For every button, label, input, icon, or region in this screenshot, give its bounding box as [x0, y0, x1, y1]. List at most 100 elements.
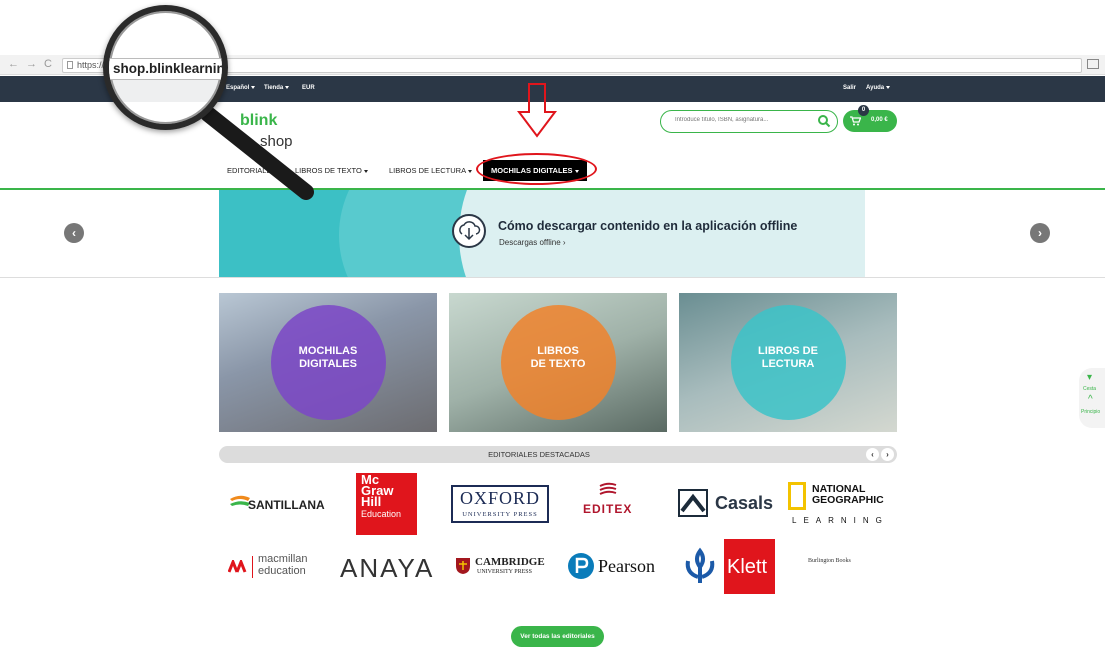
brand-burlington[interactable]: Burlington Books	[808, 556, 870, 578]
brand-name: NATIONAL GEOGRAPHIC	[812, 483, 884, 506]
brand-name: Pearson	[598, 556, 655, 576]
brand-oxford[interactable]: OXFORD UNIVERSITY PRESS	[451, 485, 549, 523]
brand-name: Burlington Books	[808, 558, 851, 564]
brand-name: SANTILLANA	[248, 498, 325, 512]
magnified-url-text: shop.blinklearning.com/es	[113, 61, 225, 76]
mgh-line: Education	[361, 509, 402, 519]
macmillan-logo-icon	[228, 560, 247, 573]
side-widget: ▾ Cesta ^ Principio	[1079, 368, 1105, 428]
brand-editex[interactable]: EDITEX	[580, 482, 640, 524]
cart-button[interactable]: 0 0,00 €	[843, 105, 897, 132]
tile-label: LIBROS DE LECTURA	[679, 345, 897, 371]
search-box	[660, 110, 838, 133]
brand-name: CAMBRIDGE	[475, 556, 545, 568]
brand-name: Casals	[715, 493, 774, 513]
highlight-ellipse	[476, 153, 597, 185]
editex-logo-icon	[599, 482, 617, 495]
url-prefix: https://	[77, 60, 105, 70]
search-icon[interactable]	[817, 114, 831, 128]
tile-label-line: LECTURA	[761, 358, 815, 370]
nav-libros-de-lectura-label: LIBROS DE LECTURA	[389, 166, 467, 175]
tile-label-line: LIBROS DE	[758, 345, 818, 357]
banner-title: Cómo descargar contenido en la aplicació…	[498, 219, 798, 233]
brand-anaya[interactable]: ANAYA	[340, 553, 440, 583]
banner-link[interactable]: Descargas offline ›	[499, 238, 566, 247]
brand-subname: UNIVERSITY PRESS	[477, 569, 532, 575]
pearson-logo-icon	[568, 553, 594, 579]
search-input[interactable]	[675, 117, 805, 123]
natgeo-logo-icon	[788, 482, 806, 510]
language-menu[interactable]: Español	[226, 85, 256, 91]
magnifier-icon: shop.blinklearning.com/es	[103, 5, 228, 130]
brand-klett[interactable]: Klett	[680, 539, 775, 594]
currency-menu[interactable]: EUR	[302, 85, 315, 91]
tile-label-line: LIBROS	[537, 345, 579, 357]
klett-box: Klett	[724, 539, 775, 594]
download-icon	[452, 214, 486, 248]
banner[interactable]	[219, 190, 865, 278]
macmillan-divider	[252, 556, 253, 578]
caret-down-icon	[886, 85, 891, 89]
brand-subname: education	[258, 565, 306, 577]
next-slide-button[interactable]: ›	[1030, 223, 1050, 243]
brand-santillana[interactable]: SANTILLANA	[228, 491, 326, 515]
brand-name: Klett	[727, 556, 768, 578]
brand-national-geographic[interactable]: NATIONAL GEOGRAPHIC LEARNING	[788, 482, 888, 528]
forward-icon[interactable]: →	[26, 58, 37, 70]
caret-down-icon	[468, 169, 473, 173]
magnifier-handle-icon	[200, 108, 314, 200]
annotation-arrow-icon	[517, 83, 557, 138]
brand-macmillan[interactable]: macmillan education	[228, 554, 318, 582]
brand-name: ANAYA	[340, 553, 435, 583]
widget-cart-label[interactable]: Cesta	[1083, 386, 1096, 392]
cart-icon	[850, 116, 861, 126]
tile-label-line: MOCHILAS	[298, 345, 358, 357]
reload-icon[interactable]: C	[44, 58, 52, 70]
editoriales-title: EDITORIALES DESTACADAS	[488, 450, 590, 459]
caret-down-icon	[251, 85, 256, 89]
caret-down-icon	[363, 169, 368, 173]
prev-slide-button[interactable]: ‹	[64, 223, 84, 243]
brand-pearson[interactable]: Pearson	[567, 551, 662, 581]
tile-label: MOCHILAS DIGITALES	[219, 345, 437, 371]
tile-label: LIBROS DE TEXTO	[449, 345, 667, 371]
page-icon	[67, 61, 73, 69]
mgh-line: Hill	[361, 494, 382, 509]
widget-top-label[interactable]: Principio	[1081, 409, 1100, 415]
nav-libros-de-lectura[interactable]: LIBROS DE LECTURA	[389, 166, 473, 175]
brand-mcgraw-hill[interactable]: Mc Graw Hill Education	[356, 473, 417, 535]
back-icon[interactable]: ←	[8, 58, 19, 70]
prev-brands-button[interactable]: ‹	[866, 448, 879, 461]
view-all-publishers-button[interactable]: Ver todas las editoriales	[511, 626, 604, 647]
help-menu[interactable]: Ayuda	[866, 85, 891, 91]
tile-libros-de-texto[interactable]: LIBROS DE TEXTO	[449, 293, 667, 432]
tile-mochilas-digitales[interactable]: MOCHILAS DIGITALES	[219, 293, 437, 432]
klett-logo-icon	[685, 547, 715, 583]
brand-cambridge[interactable]: CAMBRIDGE UNIVERSITY PRESS	[455, 555, 550, 581]
brand-subname: LEARNING	[792, 516, 889, 525]
brand-casals[interactable]: Casals	[678, 489, 774, 519]
cambridge-shield-icon	[456, 558, 470, 574]
brand-name: EDITEX	[583, 502, 633, 516]
cart-icon[interactable]: ▾	[1087, 372, 1092, 383]
page: ← → C https://shop.blinklearning.com/es …	[0, 0, 1105, 656]
mgh-wordmark: Mc Graw Hill Education	[361, 473, 402, 520]
editoriales-header: EDITORIALES DESTACADAS ‹ ›	[219, 446, 897, 463]
logout-link[interactable]: Salir	[843, 85, 856, 91]
store-menu[interactable]: Tienda	[264, 85, 290, 91]
banner-bg	[459, 190, 865, 278]
store-label: Tienda	[264, 85, 284, 91]
casals-logo-icon	[678, 489, 708, 517]
caret-down-icon	[285, 85, 290, 89]
cart-amount: 0,00 €	[871, 117, 888, 123]
chevron-up-icon[interactable]: ^	[1088, 394, 1093, 405]
tile-libros-de-lectura[interactable]: LIBROS DE LECTURA	[679, 293, 897, 432]
next-brands-button[interactable]: ›	[881, 448, 894, 461]
cart-count-badge: 0	[858, 105, 869, 116]
tile-label-line: DIGITALES	[299, 358, 357, 370]
tile-label-line: DE TEXTO	[530, 358, 586, 370]
language-label: Español	[226, 85, 250, 91]
folder-icon[interactable]	[1087, 59, 1099, 69]
brand-name: OXFORD	[459, 488, 540, 508]
help-label: Ayuda	[866, 85, 885, 91]
